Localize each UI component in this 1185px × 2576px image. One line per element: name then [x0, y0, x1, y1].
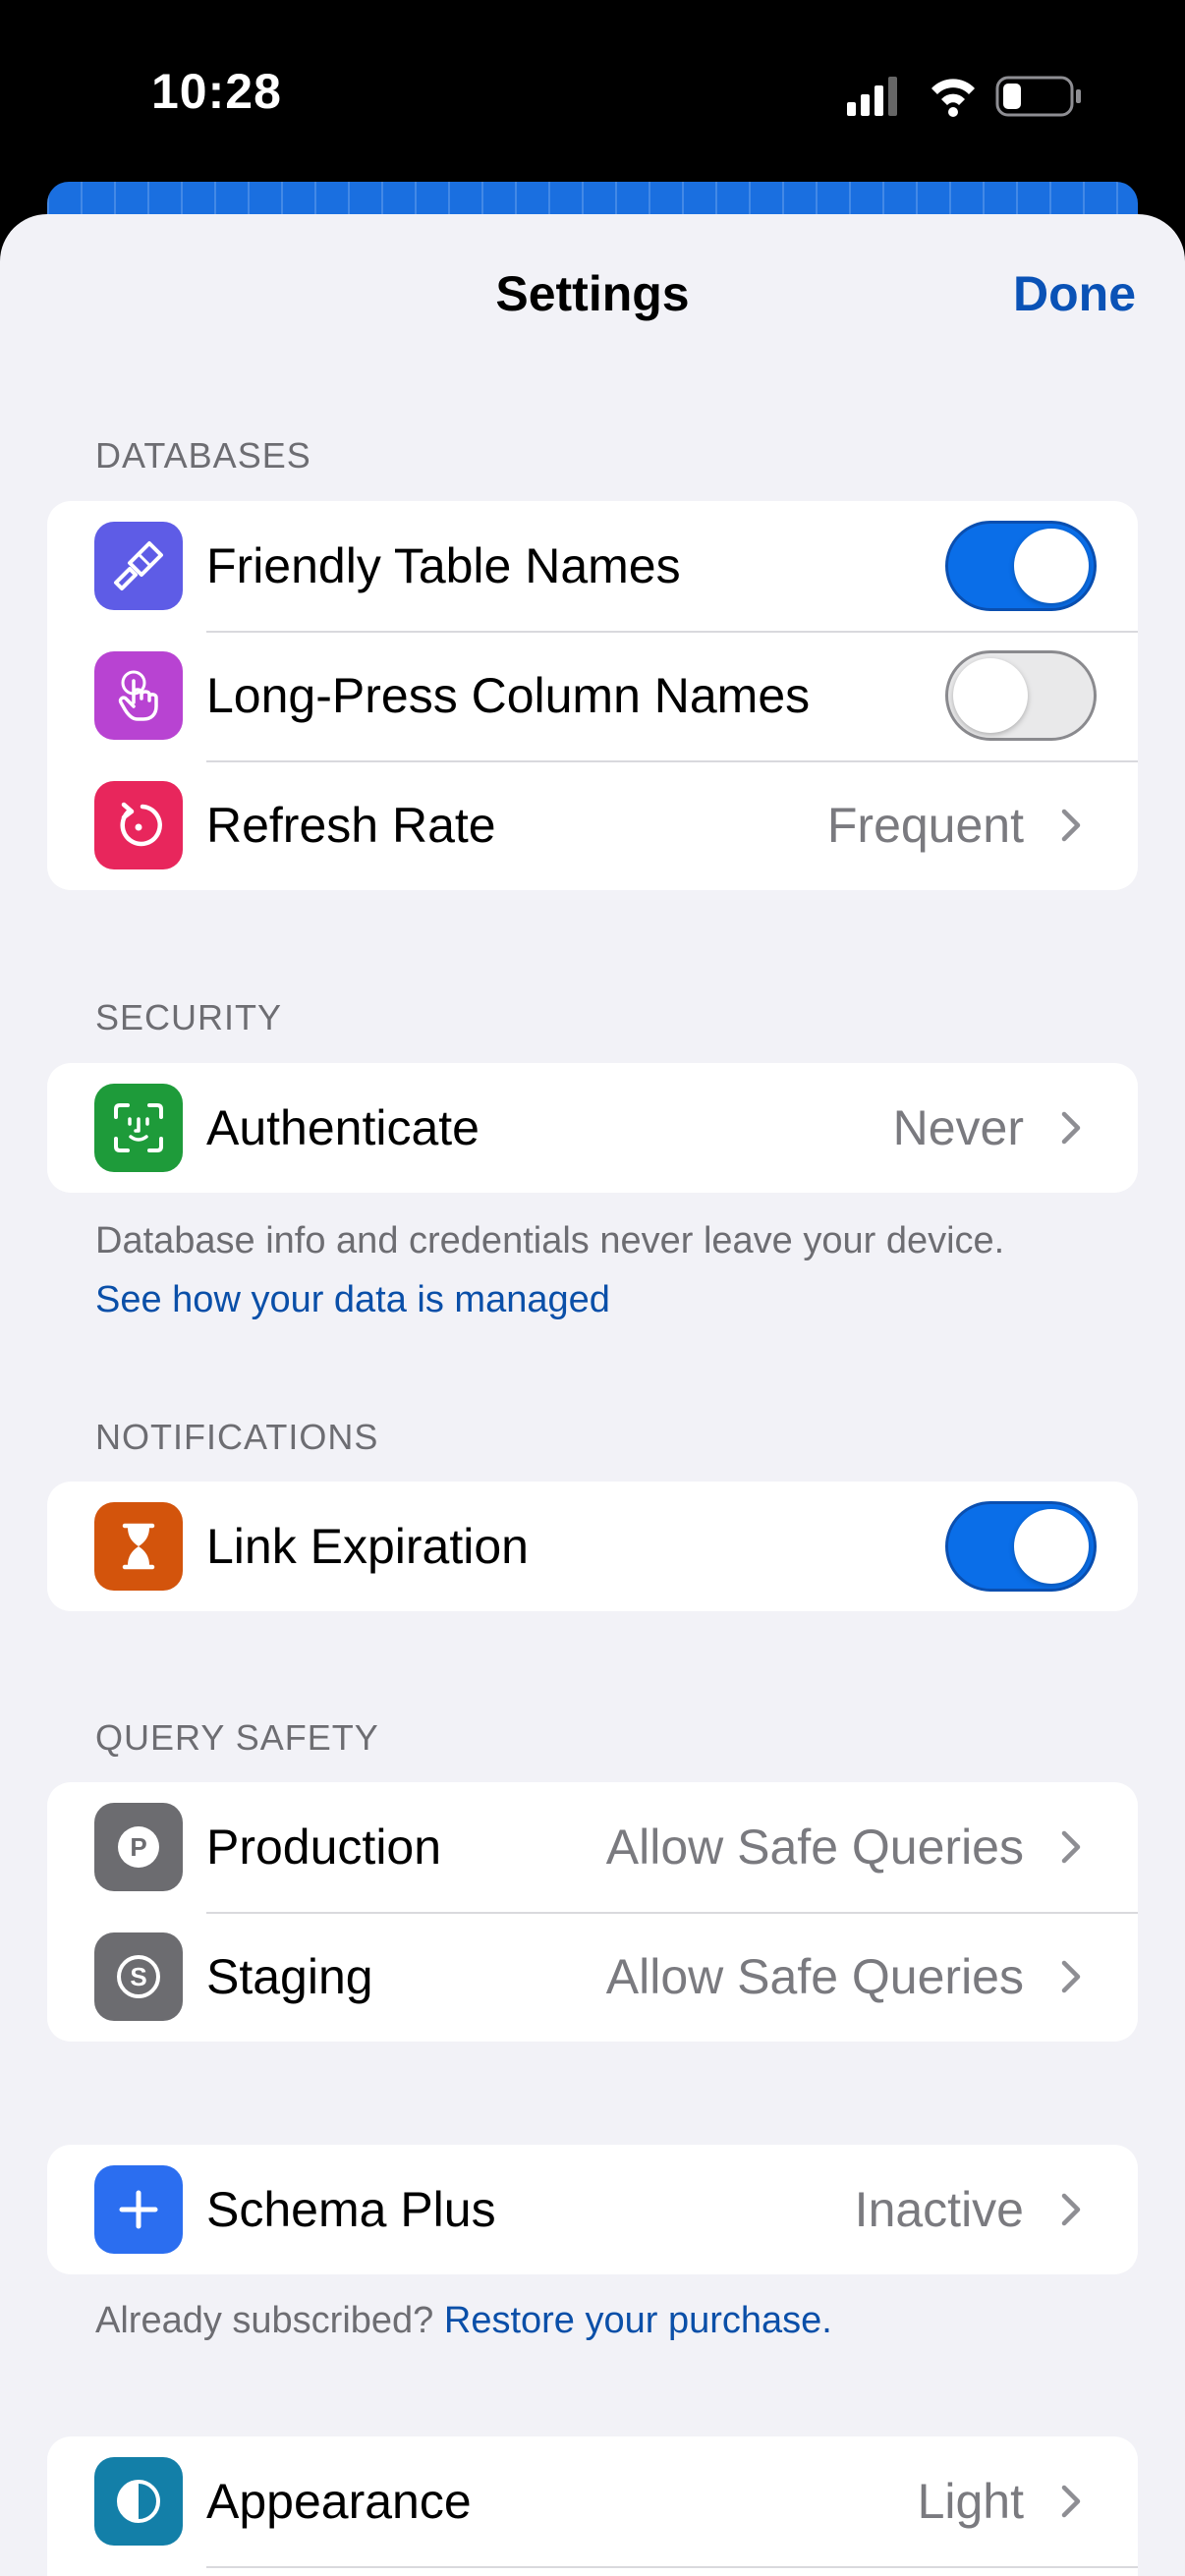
appearance-value: Light	[917, 2474, 1024, 2529]
security-group: Authenticate Never	[47, 1063, 1138, 1193]
databases-group: Friendly Table Names Long-Press Column N…	[47, 501, 1138, 890]
staging-value: Allow Safe Queries	[605, 1949, 1024, 2004]
refresh-rate-label: Refresh Rate	[206, 798, 496, 853]
refresh-rate-value: Frequent	[826, 798, 1024, 853]
done-button[interactable]: Done	[1013, 265, 1136, 322]
appearance-row[interactable]: Appearance Light	[47, 2436, 1138, 2566]
wifi-icon	[931, 79, 975, 117]
status-time: 10:28	[151, 64, 282, 119]
data-managed-link[interactable]: See how your data is managed	[95, 1270, 1004, 1329]
long-press-column-names-row: Long-Press Column Names	[47, 631, 1138, 760]
page-title: Settings	[495, 266, 690, 321]
production-value: Allow Safe Queries	[605, 1820, 1024, 1875]
cellular-signal-icon	[847, 77, 897, 116]
notifications-group: Link Expiration	[47, 1482, 1138, 1611]
friendly-table-names-label: Friendly Table Names	[206, 538, 681, 593]
subscription-group: Schema Plus Inactive	[47, 2145, 1138, 2274]
appearance-label: Appearance	[206, 2474, 472, 2529]
production-row[interactable]: P Production Allow Safe Queries	[47, 1782, 1138, 1912]
staging-s-icon: S	[94, 1932, 183, 2021]
production-label: Production	[206, 1820, 442, 1875]
friendly-table-names-toggle[interactable]	[945, 521, 1097, 611]
plus-icon	[94, 2165, 183, 2254]
security-footer: Database info and credentials never leav…	[95, 1211, 1004, 1329]
chevron-right-icon	[1061, 2485, 1081, 2518]
chevron-right-icon	[1061, 809, 1081, 842]
authenticate-row[interactable]: Authenticate Never	[47, 1063, 1138, 1193]
restore-purchase-link[interactable]: Restore your purchase.	[444, 2300, 832, 2341]
next-row-partial	[47, 2566, 1138, 2576]
link-expiration-toggle[interactable]	[945, 1501, 1097, 1592]
section-header-notifications: NOTIFICATIONS	[95, 1417, 379, 1457]
schema-plus-value: Inactive	[854, 2182, 1024, 2237]
section-header-query-safety: QUERY SAFETY	[95, 1717, 379, 1758]
section-header-databases: DATABASES	[95, 435, 311, 476]
subscription-footer-text: Already subscribed?	[95, 2300, 434, 2341]
chevron-right-icon	[1061, 1830, 1081, 1864]
authenticate-value: Never	[892, 1100, 1024, 1155]
chevron-right-icon	[1061, 1960, 1081, 1993]
schema-plus-label: Schema Plus	[206, 2182, 496, 2237]
face-id-icon	[94, 1084, 183, 1172]
half-circle-icon	[94, 2457, 183, 2546]
security-footer-text: Database info and credentials never leav…	[95, 1220, 1005, 1261]
authenticate-label: Authenticate	[206, 1100, 480, 1155]
staging-row[interactable]: S Staging Allow Safe Queries	[47, 1912, 1138, 2042]
hourglass-icon	[94, 1502, 183, 1591]
friendly-table-names-row: Friendly Table Names	[47, 501, 1138, 631]
schema-plus-row[interactable]: Schema Plus Inactive	[47, 2145, 1138, 2274]
refresh-rate-row[interactable]: Refresh Rate Frequent	[47, 760, 1138, 890]
chevron-right-icon	[1061, 1111, 1081, 1145]
appearance-group: Appearance Light	[47, 2436, 1138, 2576]
status-bar: 10:28	[0, 0, 1185, 187]
link-expiration-label: Link Expiration	[206, 1519, 529, 1574]
refresh-icon	[94, 781, 183, 869]
section-header-security: SECURITY	[95, 997, 283, 1037]
long-press-column-names-label: Long-Press Column Names	[206, 668, 811, 723]
svg-text:S: S	[130, 1962, 146, 1991]
subscription-footer: Already subscribed? Restore your purchas…	[95, 2291, 832, 2350]
svg-text:P: P	[130, 1832, 146, 1862]
staging-label: Staging	[206, 1949, 373, 2004]
production-p-icon: P	[94, 1803, 183, 1891]
paintbrush-icon	[94, 522, 183, 610]
settings-sheet: Settings Done DATABASES Friendly Table N…	[0, 214, 1185, 2576]
hand-tap-icon	[94, 651, 183, 740]
link-expiration-row: Link Expiration	[47, 1482, 1138, 1611]
status-icons	[847, 76, 1081, 117]
battery-icon	[995, 76, 1081, 117]
chevron-right-icon	[1061, 2193, 1081, 2226]
query-safety-group: P Production Allow Safe Queries S Stagin…	[47, 1782, 1138, 2042]
long-press-column-names-toggle[interactable]	[945, 650, 1097, 741]
